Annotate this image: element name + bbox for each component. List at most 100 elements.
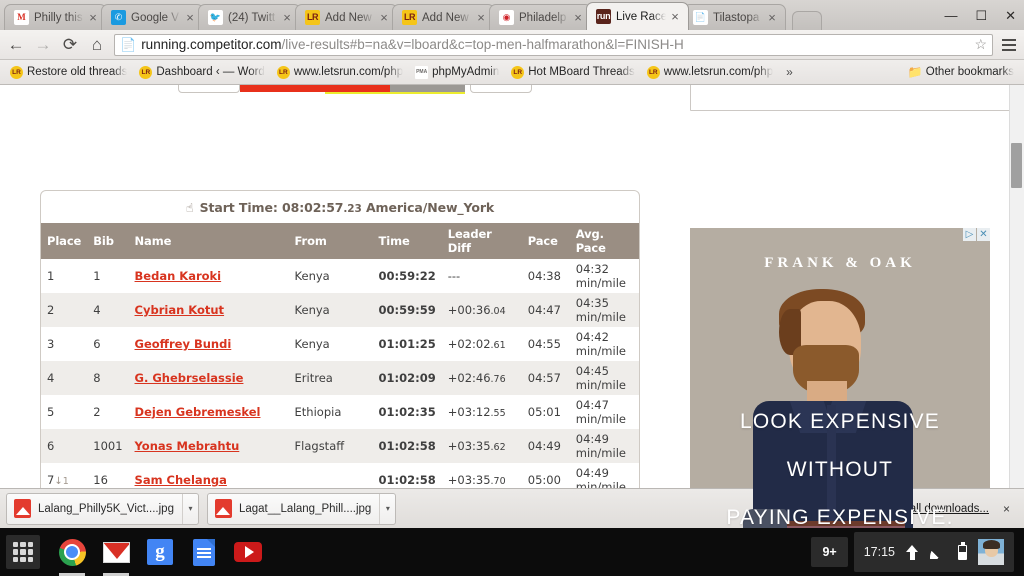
cell-leader-diff: +02:46.76 — [447, 371, 506, 385]
runner-link[interactable]: Yonas Mebrahtu — [135, 439, 240, 453]
bookmark-letsrun-php-1[interactable]: LR www.letsrun.com/php — [273, 64, 407, 81]
advertisement[interactable]: ▷ ✕ FRANK & OAK LOOK EXPENSIVE WITHOUT P… — [690, 228, 990, 528]
ad-close-icon[interactable]: ✕ — [977, 228, 990, 241]
taskbar-youtube[interactable] — [226, 531, 270, 573]
tab-title: Philly this — [34, 11, 83, 24]
tab-add-new-1[interactable]: LR Add New × — [295, 4, 398, 30]
taskbar-google-plus[interactable]: g — [138, 531, 182, 573]
close-download-shelf-icon[interactable]: × — [1003, 502, 1010, 516]
download-item-1[interactable]: Lalang_Philly5K_Vict....jpg ▾ — [6, 492, 199, 525]
table-row[interactable]: 3 6 Geoffrey Bundi Kenya 01:01:25 +02:02… — [41, 327, 639, 361]
start-time-fraction: .23 — [343, 203, 362, 215]
user-avatar[interactable] — [978, 539, 1004, 565]
page-scrollbar-thumb[interactable] — [1011, 143, 1022, 188]
cell-pace: 04:49 — [527, 439, 561, 453]
bookmark-dashboard-wordpress[interactable]: LR Dashboard ‹ — Word — [135, 64, 268, 81]
tab-twitter[interactable]: 🐦 (24) Twitt × — [198, 4, 301, 30]
col-place[interactable]: Place — [41, 223, 88, 259]
cell-time: 01:02:35 — [378, 405, 436, 419]
tab-philadelphia[interactable]: ◉ Philadelp × — [489, 4, 592, 30]
upload-icon — [906, 544, 919, 560]
tab-close-icon[interactable]: × — [765, 10, 779, 25]
notification-count-badge[interactable]: 9+ — [811, 537, 848, 567]
address-bar[interactable]: 📄 running.competitor.com/live-results#b=… — [114, 33, 993, 56]
cell-from: Flagstaff — [294, 439, 345, 453]
cell-time: 01:02:09 — [378, 371, 436, 385]
home-icon[interactable]: ⌂ — [87, 35, 107, 55]
tab-close-icon[interactable]: × — [668, 9, 682, 24]
tab-close-icon[interactable]: × — [571, 10, 585, 25]
page-scrollbar-track[interactable] — [1009, 85, 1024, 528]
cell-place: 3 — [47, 337, 55, 351]
runner-link[interactable]: Cybrian Kotut — [135, 303, 225, 317]
tab-close-icon[interactable]: × — [377, 10, 391, 25]
status-tray[interactable]: 17:15 — [853, 532, 1014, 572]
tab-close-icon[interactable]: × — [474, 10, 488, 25]
runner-link[interactable]: Geoffrey Bundi — [135, 337, 232, 351]
download-menu-caret-icon[interactable]: ▾ — [379, 493, 395, 524]
forward-icon[interactable]: → — [33, 35, 53, 55]
table-row[interactable]: 5 2 Dejen Gebremeskel Ethiopia 01:02:35 … — [41, 395, 639, 429]
col-leader-diff[interactable]: Leader Diff — [441, 223, 522, 259]
bookmark-restore-old-threads[interactable]: LR Restore old threads — [6, 64, 131, 81]
runner-link[interactable]: G. Ghebrselassie — [135, 371, 244, 385]
start-time-label: Start Time: — [199, 200, 278, 215]
battery-icon — [958, 542, 967, 560]
other-bookmarks-folder[interactable]: 📁 Other bookmarks — [905, 64, 1018, 81]
col-avg-pace[interactable]: Avg. Pace — [569, 223, 639, 259]
tab-title: Google V — [131, 11, 179, 24]
adchoices-icon[interactable]: ▷ — [963, 228, 976, 241]
tab-title: (24) Twitt — [228, 11, 276, 24]
tab-close-icon[interactable]: × — [280, 10, 294, 25]
tab-add-new-2[interactable]: LR Add New × — [392, 4, 495, 30]
cell-leader-diff: +00:36.04 — [447, 303, 506, 317]
tab-google-voice[interactable]: ✆ Google V × — [101, 4, 204, 30]
download-item-2[interactable]: Lagat__Lalang_Phill....jpg ▾ — [206, 492, 397, 525]
tab-close-icon[interactable]: × — [86, 10, 100, 25]
position-drop-icon: ↓ — [54, 476, 63, 487]
taskbar-google-docs[interactable] — [182, 531, 226, 573]
bookmark-phpmyadmin[interactable]: PMA phpMyAdmin — [411, 64, 503, 81]
col-from[interactable]: From — [288, 223, 373, 259]
taskbar-gmail[interactable] — [94, 531, 138, 576]
taskbar-chrome[interactable] — [50, 531, 94, 576]
col-name[interactable]: Name — [128, 223, 289, 259]
maximize-icon[interactable]: ☐ — [975, 9, 987, 22]
app-launcher-icon[interactable] — [6, 535, 40, 569]
bookmark-letsrun-php-2[interactable]: LR www.letsrun.com/php — [643, 64, 777, 81]
system-tray: 9+ 17:15 — [811, 532, 1018, 572]
tab-close-icon[interactable]: × — [183, 10, 197, 25]
chrome-menu-icon[interactable] — [1000, 35, 1018, 55]
ad-choices-controls: ▷ ✕ — [963, 228, 990, 241]
download-filename: Lagat__Lalang_Phill....jpg — [238, 502, 372, 515]
reload-icon[interactable]: ⟳ — [60, 35, 80, 55]
cell-name: G. Ghebrselassie — [129, 361, 289, 395]
tab-philly-this[interactable]: M Philly this × — [4, 4, 107, 30]
table-row[interactable]: 6 1001 Yonas Mebrahtu Flagstaff 01:02:58… — [41, 429, 639, 463]
table-row[interactable]: 1 1 Bedan Karoki Kenya 00:59:22 --- 04:3… — [41, 259, 639, 293]
bookmark-star-icon[interactable]: ☆ — [968, 36, 987, 53]
runner-link[interactable]: Bedan Karoki — [135, 269, 222, 283]
cell-place: 5 — [47, 405, 55, 419]
progress-segment-gray — [390, 85, 465, 92]
col-pace[interactable]: Pace — [521, 223, 570, 259]
table-row[interactable]: 2 4 Cybrian Kotut Kenya 00:59:59 +00:36.… — [41, 293, 639, 327]
tab-tilastopaja[interactable]: 📄 Tilastopa × — [683, 4, 786, 30]
col-bib[interactable]: Bib — [87, 223, 129, 259]
bookmarks-overflow-icon[interactable]: » — [781, 65, 798, 79]
runner-link[interactable]: Dejen Gebremeskel — [135, 405, 261, 419]
close-window-icon[interactable]: ✕ — [1005, 9, 1016, 22]
col-time[interactable]: Time — [372, 223, 442, 259]
tab-live-race[interactable]: run Live Race × — [586, 2, 689, 30]
download-menu-caret-icon[interactable]: ▾ — [181, 493, 198, 524]
leaderboard-table: Place Bib Name From Time Leader Diff Pac… — [41, 223, 639, 528]
cell-bib: 4 — [93, 303, 101, 317]
new-tab-button[interactable] — [792, 11, 822, 30]
table-row[interactable]: 4 8 G. Ghebrselassie Eritrea 01:02:09 +0… — [41, 361, 639, 395]
runner-link[interactable]: Sam Chelanga — [135, 473, 227, 487]
minimize-icon[interactable]: — — [944, 9, 957, 22]
back-icon[interactable]: ← — [6, 35, 26, 55]
bookmark-label: www.letsrun.com/php — [293, 66, 404, 78]
bookmark-hot-mboard-threads[interactable]: LR Hot MBoard Threads — [507, 64, 639, 81]
browser-toolbar: ← → ⟳ ⌂ 📄 running.competitor.com/live-re… — [0, 30, 1024, 60]
